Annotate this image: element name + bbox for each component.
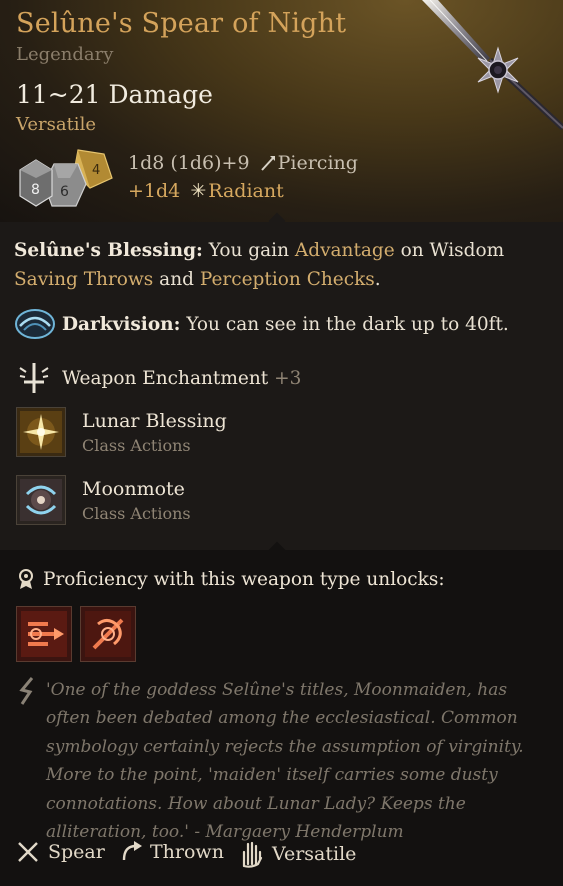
action-title: Moonmote <box>82 477 185 500</box>
blessing-text-a: You gain <box>202 240 295 261</box>
footer-versatile-label: Versatile <box>272 843 357 865</box>
weapon-enchantment-row: Weapon Enchantment +3 <box>16 360 301 396</box>
blessing-text-d: . <box>374 269 381 290</box>
d4-label: 4 <box>92 163 100 178</box>
footer-thrown-label: Thrown <box>150 841 224 863</box>
blessing-text-b: on Wisdom <box>394 240 505 261</box>
moonmote-icon <box>16 475 66 525</box>
action-moonmote[interactable]: Moonmote Class Actions <box>16 475 191 525</box>
action-lunar-blessing[interactable]: Lunar Blessing Class Actions <box>16 407 227 457</box>
proficiency-label: Proficiency with this weapon type unlock… <box>43 568 445 590</box>
footer-thrown: Thrown <box>120 840 224 864</box>
proficiency-medal-icon <box>19 569 33 589</box>
weapon-action-2-icon[interactable] <box>80 606 136 662</box>
enchantment-value: +3 <box>274 367 302 389</box>
action-subtitle: Class Actions <box>82 435 191 455</box>
item-name: Selûne's Spear of Night <box>16 8 347 39</box>
lore-text: 'One of the goddess Selûne's titles, Moo… <box>46 680 524 843</box>
spear-artwork-icon <box>422 0 563 130</box>
proficiency-row: Proficiency with this weapon type unlock… <box>16 568 445 590</box>
enchantment-sword-icon <box>19 363 49 393</box>
blessing-text-c: and <box>153 269 200 290</box>
damage-line-radiant: +1d4 ✳ Radiant <box>128 180 284 202</box>
advantage-link[interactable]: Advantage <box>295 240 395 261</box>
enchantment-label: Weapon Enchantment <box>62 367 269 389</box>
footer-spear: Spear <box>16 840 105 864</box>
seline-blessing-text: Selûne's Blessing: You gain Advantage on… <box>14 236 544 294</box>
action-title: Lunar Blessing <box>82 409 227 432</box>
damage-dice-icon: 4 6 8 <box>19 149 113 207</box>
lunar-blessing-icon <box>16 407 66 457</box>
weapon-action-1-icon[interactable] <box>16 606 72 662</box>
darkvision-name: Darkvision: <box>62 313 181 335</box>
radiant-label: Radiant <box>208 180 284 202</box>
darkvision-row: Darkvision: You can see in the dark up t… <box>14 306 509 342</box>
d8-label: 8 <box>31 182 40 198</box>
piercing-dice: 1d8 (1d6)+9 <box>128 152 250 174</box>
footer-versatile: Versatile <box>238 840 356 868</box>
weapon-property: Versatile <box>16 114 96 135</box>
darkvision-text: You can see in the dark up to 40ft. <box>180 313 509 335</box>
radiant-icon: ✳ <box>190 180 207 202</box>
item-rarity: Legendary <box>16 44 114 65</box>
d6-label: 6 <box>60 184 69 200</box>
damage-line-piercing: 1d8 (1d6)+9 Piercing <box>128 152 358 174</box>
item-tooltip: Selûne's Spear of Night Legendary 11~21 … <box>0 0 563 886</box>
spear-icon <box>18 842 38 862</box>
piercing-label: Piercing <box>277 152 358 174</box>
perception-checks-link[interactable]: Perception Checks <box>200 269 375 290</box>
action-subtitle: Class Actions <box>82 503 191 523</box>
saving-throws-link[interactable]: Saving Throws <box>14 269 153 290</box>
blessing-name: Selûne's Blessing: <box>14 240 203 261</box>
piercing-icon <box>260 156 275 171</box>
lore-feather-icon <box>19 677 34 705</box>
thrown-icon <box>122 841 142 861</box>
damage-range: 11~21 Damage <box>16 80 213 109</box>
footer-spear-label: Spear <box>48 841 105 863</box>
versatile-hand-icon <box>242 841 263 868</box>
radiant-dice: +1d4 <box>128 180 181 202</box>
proficiency-actions <box>16 606 136 662</box>
darkvision-icon <box>15 309 55 339</box>
